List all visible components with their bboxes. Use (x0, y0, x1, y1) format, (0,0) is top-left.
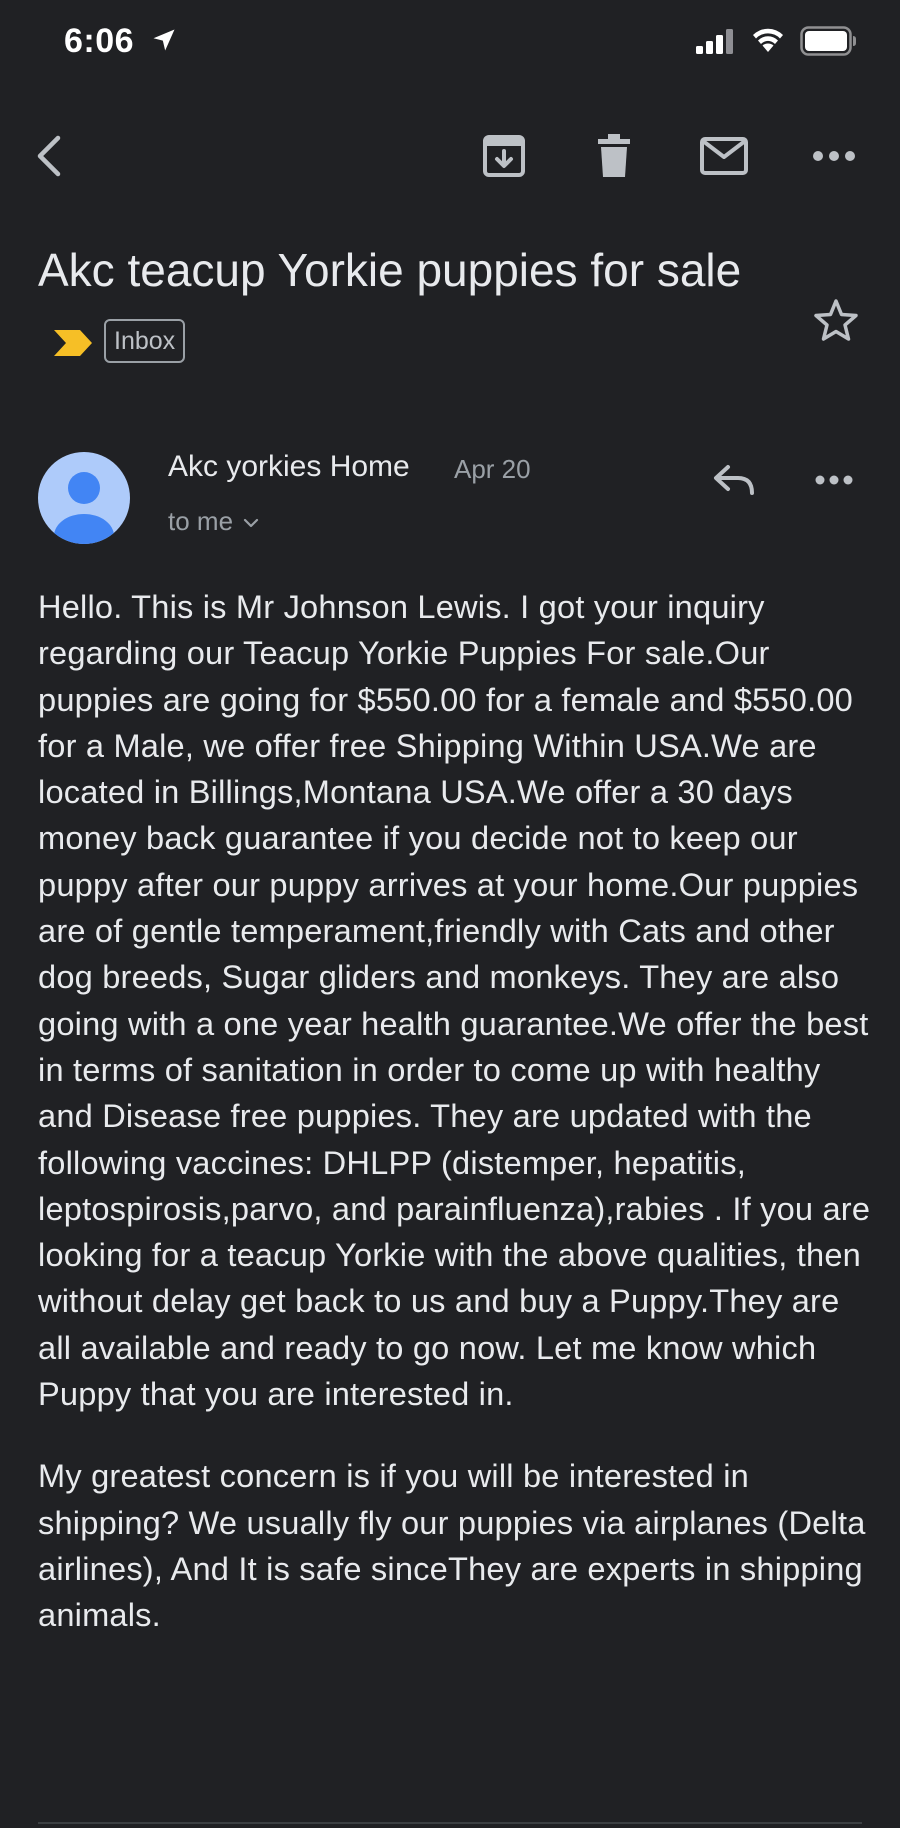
email-subject-row: Akc teacup Yorkie puppies for sale Inbox (38, 234, 758, 378)
battery-icon (800, 26, 856, 56)
back-button[interactable] (14, 120, 86, 192)
archive-icon (483, 135, 525, 177)
importance-marker-icon[interactable] (52, 306, 94, 378)
chevron-down-icon (243, 518, 259, 527)
archive-button[interactable] (468, 120, 540, 192)
reply-button[interactable] (702, 448, 766, 512)
star-icon (814, 299, 858, 341)
email-date: Apr 20 (454, 454, 531, 484)
more-horizontal-icon (813, 151, 855, 161)
email-subject: Akc teacup Yorkie puppies for sale (38, 244, 742, 296)
message-more-button[interactable] (802, 448, 866, 512)
sender-name[interactable]: Akc yorkies Home (168, 450, 410, 484)
more-horizontal-icon (815, 475, 853, 485)
sender-avatar[interactable] (38, 452, 130, 544)
location-arrow-icon (153, 29, 175, 51)
email-body: Hello. This is Mr Johnson Lewis. I got y… (38, 584, 874, 1639)
trash-icon (598, 134, 630, 177)
star-button[interactable] (808, 292, 864, 348)
mail-icon (700, 137, 748, 175)
cellular-signal-icon (696, 29, 733, 54)
recipient-details-toggle[interactable]: to me (168, 506, 259, 537)
mark-unread-button[interactable] (688, 120, 760, 192)
divider (38, 1822, 862, 1828)
status-bar: 6:06 (0, 0, 900, 84)
email-body-paragraph: My greatest concern is if you will be in… (38, 1457, 866, 1634)
email-toolbar (0, 120, 900, 200)
wifi-icon (753, 28, 783, 52)
person-icon (54, 472, 114, 544)
inbox-label-chip[interactable]: Inbox (104, 318, 186, 363)
back-arrow-icon (37, 135, 61, 177)
reply-icon (714, 465, 754, 495)
recipient-label: to me (168, 506, 234, 536)
email-body-paragraph: Hello. This is Mr Johnson Lewis. I got y… (38, 588, 871, 1413)
more-options-button[interactable] (798, 120, 870, 192)
delete-button[interactable] (578, 120, 650, 192)
status-time: 6:06 (64, 22, 135, 60)
